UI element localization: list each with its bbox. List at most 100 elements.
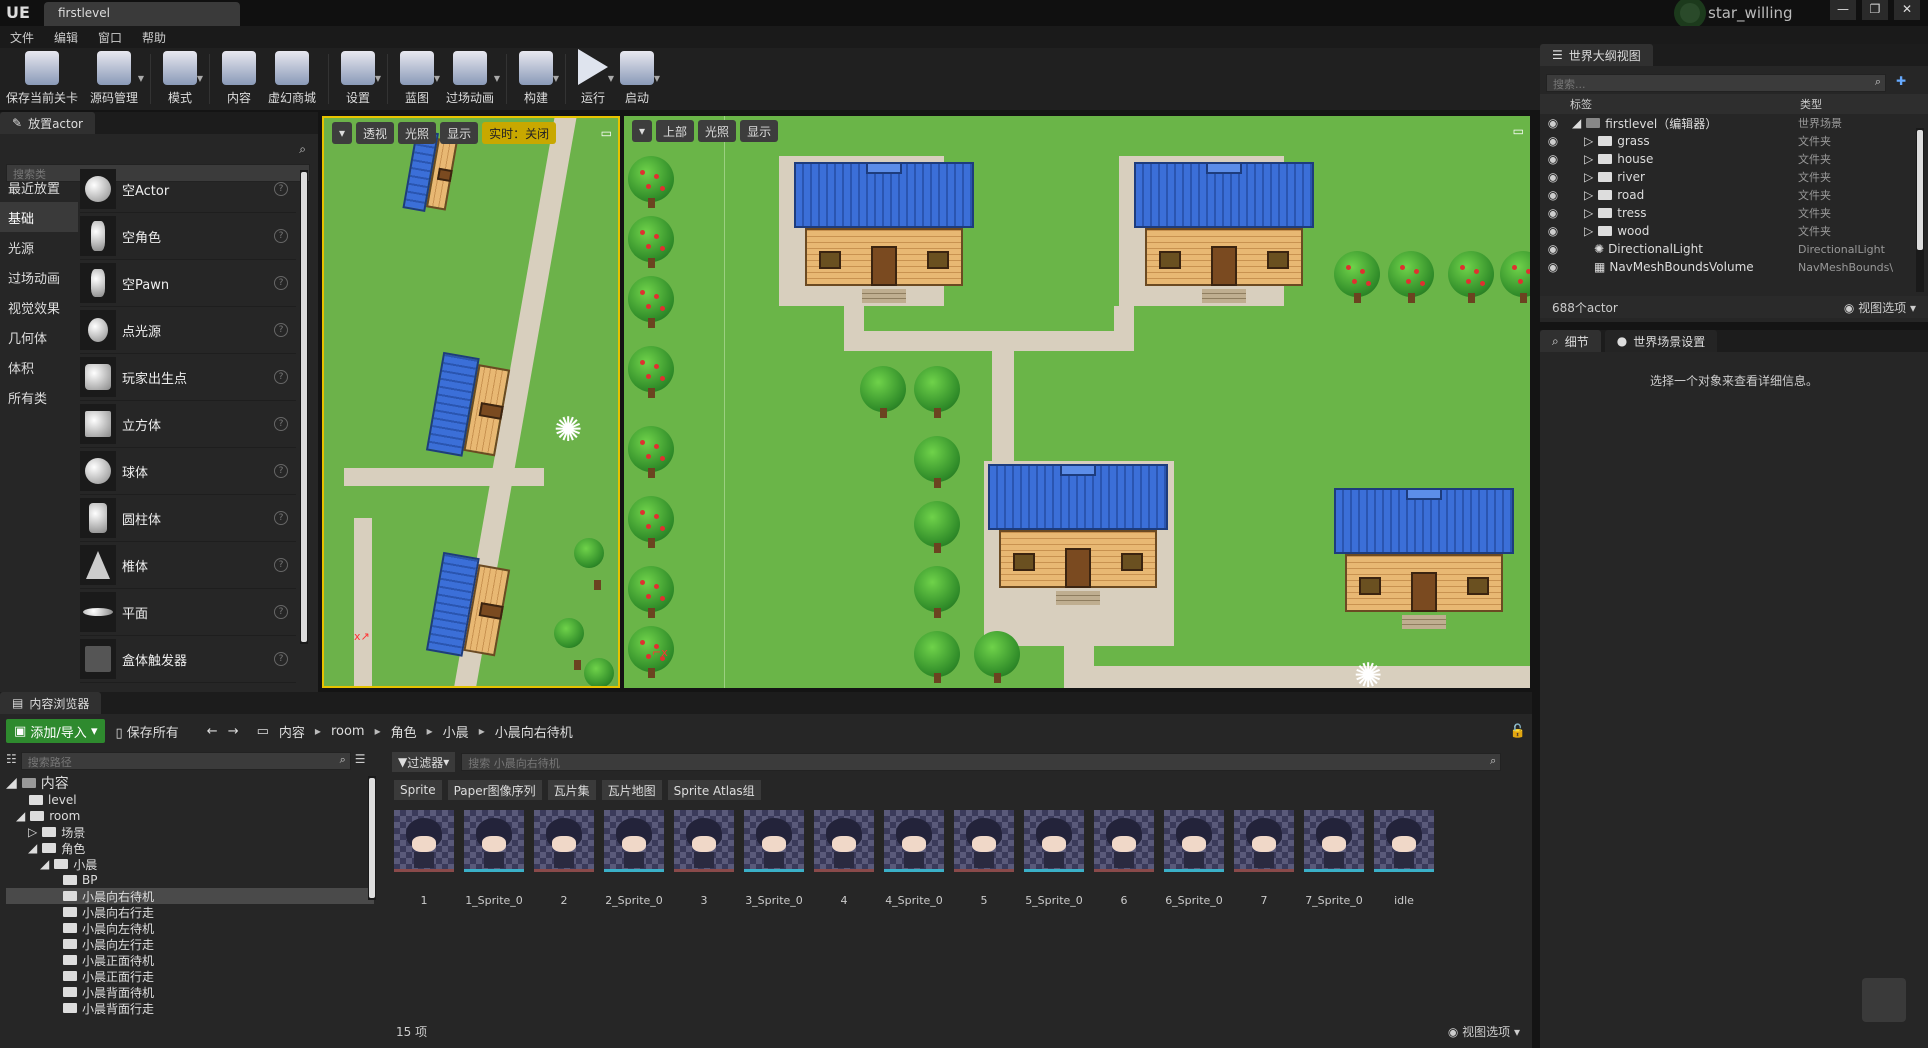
asset-tile[interactable]: 4_Sprite_0 [884,810,944,907]
help-icon[interactable]: ? [274,276,288,290]
build-button[interactable]: 构建 ▼ [513,48,559,110]
actor-item[interactable]: 空Pawn? [80,260,296,307]
show-button[interactable]: 显示 [440,122,479,144]
category-visual-effects[interactable]: 视觉效果 [0,292,78,322]
actor-list-scrollbar[interactable] [300,170,308,644]
breadcrumb-xiaochen[interactable]: 小晨 [443,722,469,741]
directional-light-icon[interactable]: ✺ [1354,656,1383,688]
tree-folder[interactable]: 小晨向左行走 [6,936,374,952]
actor-item[interactable]: 立方体? [80,401,296,448]
cinematics-button[interactable]: 过场动画 ▼ [440,48,500,110]
category-basic[interactable]: 基础 [0,202,78,232]
filters-button[interactable]: ▼ 过滤器 ▾ [392,752,456,772]
help-icon[interactable]: ? [274,558,288,572]
asset-tile[interactable]: 2_Sprite_0 [604,810,664,907]
outliner-row[interactable]: ◉ ▷ road 文件夹 [1540,186,1928,204]
breadcrumb-characters[interactable]: 角色 [391,722,417,741]
actor-item[interactable]: 空角色? [80,213,296,260]
category-all-classes[interactable]: 所有类 [0,382,78,412]
blueprint-button[interactable]: 蓝图 ▼ [394,48,440,110]
world-settings-tab[interactable]: ● 世界场景设置 [1604,330,1718,352]
asset-tile[interactable]: 5_Sprite_0 [1024,810,1084,907]
help-icon[interactable]: ? [274,323,288,337]
show-button[interactable]: 显示 [740,120,779,142]
maximize-button[interactable]: ❐ [1862,0,1888,20]
realtime-off-button[interactable]: 实时：关闭 [482,122,557,144]
settings-button[interactable]: 设置 ▼ [335,48,381,110]
visibility-icon[interactable]: ◉ [1546,224,1560,238]
directional-light-icon[interactable]: ✺ [554,410,583,450]
world-outliner-tab[interactable]: ☰ 世界大纲视图 [1540,44,1653,66]
perspective-viewport[interactable]: ▾ 透视 光照 显示 实时：关闭 ▭ ✺ x↗ [322,116,620,688]
tree-folder[interactable]: ◢ room [6,808,374,824]
viewport-menu-button[interactable]: ▾ [332,122,353,144]
save-level-button[interactable]: 保存当前关卡 [0,48,84,110]
top-view-button[interactable]: 上部 [656,120,695,142]
asset-tile[interactable]: 7 [1234,810,1294,907]
folder-tree-scrollbar[interactable] [368,776,376,900]
visibility-icon[interactable]: ◉ [1546,206,1560,220]
filter-sprite-atlas[interactable]: Sprite Atlas组 [667,780,761,800]
actor-item[interactable]: 盒体触发器? [80,636,296,683]
asset-search-input[interactable]: 搜索 小晨向右待机 ⌕ [461,753,1502,771]
minimize-button[interactable]: — [1830,0,1856,20]
tree-folder[interactable]: level [6,792,374,808]
menu-edit[interactable]: 编辑 [54,29,78,45]
outliner-view-options-button[interactable]: ◉ 视图选项 ▾ [1844,299,1916,316]
filter-tilemap[interactable]: 瓦片地图 [601,780,662,800]
tree-folder[interactable]: 小晨正面待机 [6,952,374,968]
help-icon[interactable]: ? [274,511,288,525]
user-badge[interactable]: star_willing [1680,2,1793,24]
asset-tile[interactable]: idle [1374,810,1434,907]
breadcrumb-current-folder[interactable]: 小晨向右待机 [495,722,573,741]
menu-window[interactable]: 窗口 [98,29,122,45]
outliner-row[interactable]: ◉ ▷ river 文件夹 [1540,168,1928,186]
maximize-viewport-icon[interactable]: ▭ [1513,124,1524,138]
outliner-row[interactable]: ◉ ▷ house 文件夹 [1540,150,1928,168]
outliner-row[interactable]: ◉ ▷ grass 文件夹 [1540,132,1928,150]
outliner-search-input[interactable]: 搜索... ⌕ [1546,74,1886,92]
perspective-button[interactable]: 透视 [356,122,395,144]
asset-view-options-button[interactable]: ◉ 视图选项 ▾ [1448,1023,1520,1040]
asset-tile[interactable]: 1 [394,810,454,907]
help-icon[interactable]: ? [274,464,288,478]
details-tab[interactable]: ⌕ 细节 [1540,330,1601,352]
level-tab[interactable]: firstlevel [44,2,240,26]
category-lights[interactable]: 光源 [0,232,78,262]
help-icon[interactable]: ? [274,652,288,666]
actor-item[interactable]: 圆柱体? [80,495,296,542]
asset-tile[interactable]: 6_Sprite_0 [1164,810,1224,907]
breadcrumb-content[interactable]: 内容 [279,722,305,741]
play-button[interactable]: 运行 ▼ [572,48,614,110]
breadcrumb-room[interactable]: room [331,724,365,739]
type-column-header[interactable]: 类型 [1800,96,1822,112]
tree-folder[interactable]: 小晨向右行走 [6,904,374,920]
actor-item[interactable]: 球体? [80,448,296,495]
lit-button[interactable]: 光照 [398,122,437,144]
tree-folder[interactable]: BP [6,872,374,888]
visibility-icon[interactable]: ◉ [1546,260,1560,274]
outliner-row[interactable]: ◉ ▦ NavMeshBoundsVolume NavMeshBounds\ [1540,258,1928,276]
tree-folder[interactable]: 小晨正面行走 [6,968,374,984]
actor-item[interactable]: 玩家出生点? [80,354,296,401]
help-icon[interactable]: ? [274,182,288,196]
tree-folder[interactable]: 小晨背面待机 [6,984,374,1000]
save-all-button[interactable]: ▯ 保存所有 [115,722,178,741]
forward-button[interactable]: → [228,724,239,739]
asset-tile[interactable]: 7_Sprite_0 [1304,810,1364,907]
asset-tile[interactable]: 3_Sprite_0 [744,810,804,907]
asset-tile[interactable]: 3 [674,810,734,907]
tree-folder[interactable]: ◢ 内容 [6,774,374,792]
tree-options-icon[interactable]: ☰ [355,752,366,770]
top-viewport[interactable]: ▾ 上部 光照 显示 ▭ ✺ ⌐x [624,116,1530,688]
path-search-input[interactable]: 搜索路径 ⌕ [20,752,351,770]
source-control-button[interactable]: 源码管理 ▼ [84,48,144,110]
filter-tileset[interactable]: 瓦片集 [547,780,596,800]
outliner-scrollbar[interactable] [1916,128,1924,292]
maximize-viewport-icon[interactable]: ▭ [601,126,612,140]
modes-button[interactable]: 模式 ▼ [157,48,203,110]
category-recent[interactable]: 最近放置 [0,172,78,202]
actor-item[interactable]: 平面? [80,589,296,636]
help-icon[interactable]: ? [274,605,288,619]
visibility-icon[interactable]: ◉ [1546,116,1560,130]
